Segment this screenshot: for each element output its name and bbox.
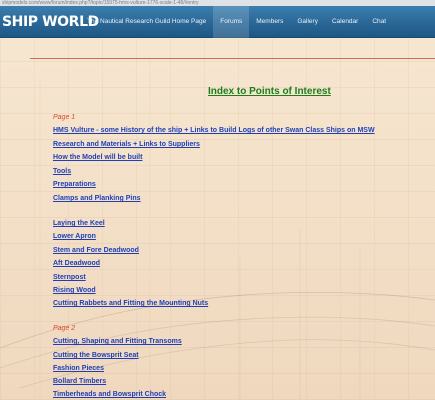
link-sternpost[interactable]: Sternpost <box>53 274 86 281</box>
link-transoms[interactable]: Cutting, Shaping and Fitting Transoms <box>53 338 182 345</box>
link-timberheads[interactable]: Timberheads and Bowsprit Chock <box>53 391 166 398</box>
nav-item-members[interactable]: Members <box>249 6 290 38</box>
link-how-built[interactable]: How the Model will be built <box>53 154 142 161</box>
link-bollard-timbers[interactable]: Bollard Timbers <box>53 378 106 385</box>
link-preparations[interactable]: Preparations <box>53 181 96 188</box>
link-history[interactable]: HMS Vulture - some History of the ship +… <box>53 127 375 134</box>
link-rising-wood[interactable]: Rising Wood <box>53 287 96 294</box>
page-1-label: Page 1 <box>53 114 76 121</box>
page-title: Index to Points of Interest <box>208 86 331 97</box>
header-divider <box>30 58 435 59</box>
link-rabbets[interactable]: Cutting Rabbets and Fitting the Mounting… <box>53 300 208 307</box>
link-tools[interactable]: Tools <box>53 168 71 175</box>
nav-item-gallery[interactable]: Gallery <box>290 6 325 38</box>
link-clamps[interactable]: Clamps and Planking Pins <box>53 195 141 202</box>
nav-item-forums[interactable]: Forums <box>213 6 250 38</box>
link-stem[interactable]: Stem and Fore Deadwood <box>53 247 139 254</box>
nav-item-home[interactable]: The Nautical Research Guild Home Page <box>80 6 213 38</box>
site-header: SHIP WORLD The Nautical Research Guild H… <box>0 6 435 38</box>
link-aft-deadwood[interactable]: Aft Deadwood <box>53 260 100 267</box>
link-lower-apron[interactable]: Lower Apron <box>53 233 96 240</box>
link-keel[interactable]: Laying the Keel <box>53 220 105 227</box>
page-2-label: Page 2 <box>53 325 76 332</box>
main-nav: The Nautical Research Guild Home Page Fo… <box>80 6 393 38</box>
nav-item-chat[interactable]: Chat <box>365 6 393 38</box>
link-research[interactable]: Research and Materials + Links to Suppli… <box>53 141 200 148</box>
link-fashion-pieces[interactable]: Fashion Pieces <box>53 365 104 372</box>
nav-item-calendar[interactable]: Calendar <box>325 6 365 38</box>
link-bowsprit-seat[interactable]: Cutting the Bowsprit Seat <box>53 352 139 359</box>
